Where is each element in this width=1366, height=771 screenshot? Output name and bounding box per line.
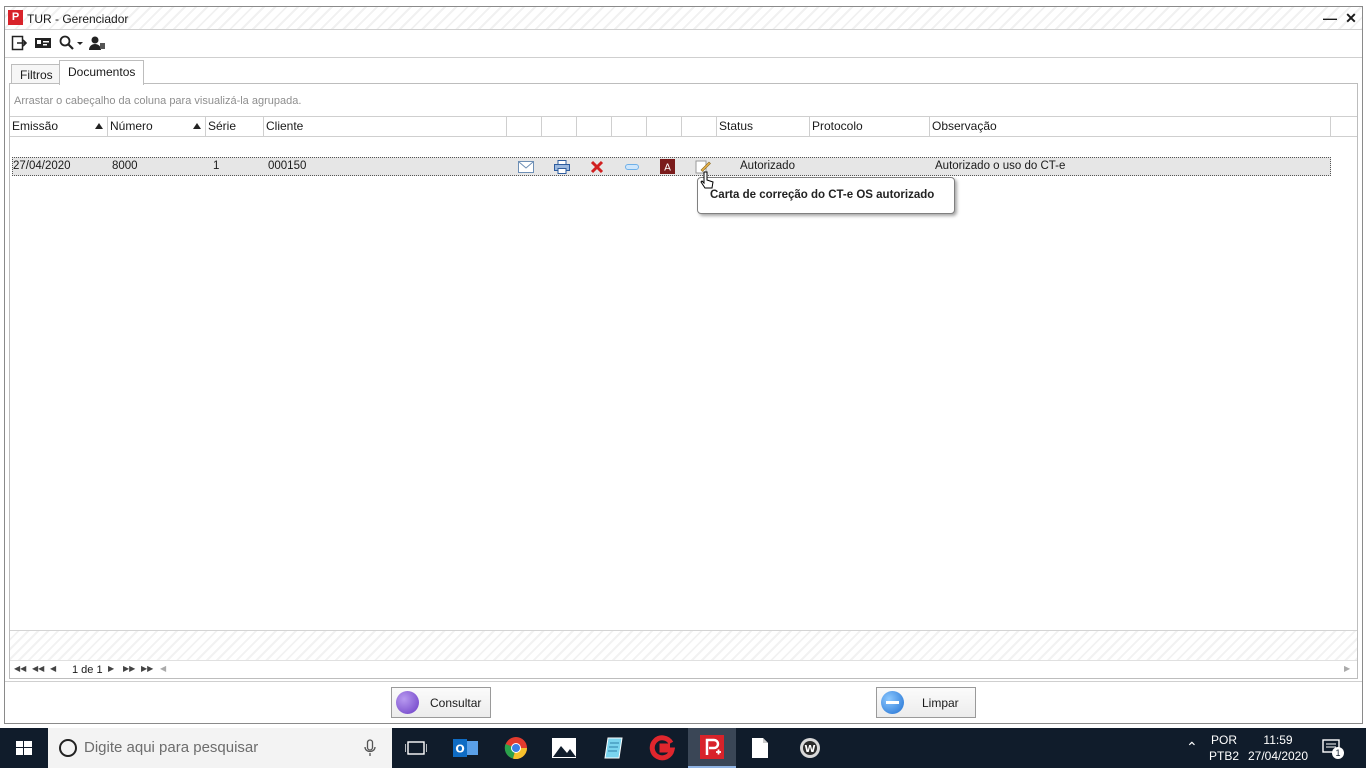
cortana-icon	[59, 739, 77, 757]
tab-documentos[interactable]: Documentos	[59, 60, 145, 85]
g-app-icon[interactable]	[638, 728, 686, 768]
cell-cliente: 000150	[268, 160, 307, 172]
search-dropdown-icon[interactable]	[58, 35, 86, 53]
tray-chevron-icon[interactable]: ⌃	[1186, 739, 1198, 756]
close-button[interactable]: ✕	[1342, 9, 1360, 27]
column-header-icon-1[interactable]	[507, 117, 542, 136]
grid-header: Emissão Número Série Cliente Status Prot…	[10, 116, 1357, 137]
microphone-icon[interactable]	[364, 739, 376, 757]
print-icon[interactable]	[554, 159, 570, 174]
documents-panel: Arrastar o cabeçalho da coluna para visu…	[9, 83, 1358, 679]
window-title: TUR - Gerenciador	[27, 12, 129, 26]
column-header-icon-2[interactable]	[542, 117, 577, 136]
group-by-hint: Arrastar o cabeçalho da coluna para visu…	[14, 95, 302, 107]
first-page-icon[interactable]: ◀◀	[14, 664, 26, 673]
notification-badge: 1	[1332, 747, 1344, 759]
column-label: Número	[110, 119, 153, 133]
toolbar	[5, 31, 1362, 58]
sort-asc-icon	[193, 123, 201, 129]
taskbar: Digite aqui para pesquisar O W ⌃ POR PTB…	[0, 728, 1366, 768]
column-header-icon-3[interactable]	[577, 117, 612, 136]
column-header-protocolo[interactable]: Protocolo	[810, 117, 930, 136]
svg-text:A: A	[664, 163, 671, 174]
column-header-emissao[interactable]: Emissão	[10, 117, 108, 136]
sort-asc-icon	[95, 123, 103, 129]
task-view-icon[interactable]	[392, 728, 440, 768]
cell-status: Autorizado	[740, 160, 795, 172]
link-icon[interactable]	[624, 159, 640, 174]
notes-icon[interactable]	[590, 728, 638, 768]
minimize-button[interactable]: —	[1321, 9, 1339, 27]
id-card-icon[interactable]	[34, 35, 54, 53]
scroll-left-icon[interactable]: ◀	[160, 664, 166, 673]
app-logo-icon: P	[8, 10, 23, 25]
minus-circle-icon	[881, 691, 904, 714]
column-header-status[interactable]: Status	[717, 117, 810, 136]
outlook-icon[interactable]: O	[442, 728, 490, 768]
cancel-x-icon[interactable]	[589, 159, 605, 174]
language-indicator[interactable]: POR	[1208, 733, 1240, 747]
taskbar-search-box[interactable]: Digite aqui para pesquisar	[48, 728, 392, 768]
clock-date[interactable]: 27/04/2020	[1244, 749, 1312, 763]
tooltip: Carta de correção do CT-e OS autorizado	[697, 177, 955, 214]
cell-observacao: Autorizado o uso do CT-e	[935, 160, 1066, 172]
group-footer-area	[10, 630, 1357, 660]
limpar-button[interactable]: Limpar	[876, 687, 976, 718]
cell-numero: 8000	[112, 160, 138, 172]
column-header-cliente[interactable]: Cliente	[264, 117, 507, 136]
consultar-label: Consultar	[430, 696, 482, 710]
footer-actions: Consultar Limpar	[5, 681, 1362, 724]
w-app-icon[interactable]: W	[786, 728, 834, 768]
pdf-icon[interactable]: A	[659, 159, 675, 174]
tur-app-icon[interactable]	[688, 728, 736, 768]
limpar-label: Limpar	[922, 696, 959, 710]
scroll-right-icon[interactable]: ▶	[1344, 664, 1350, 673]
column-header-numero[interactable]: Número	[108, 117, 206, 136]
exit-icon[interactable]	[11, 35, 31, 53]
table-row[interactable]: 27/04/2020 8000 1 000150 A Autorizado Au…	[12, 157, 1331, 176]
page-indicator: 1 de 1	[72, 664, 103, 676]
column-header-serie[interactable]: Série	[206, 117, 264, 136]
column-header-observacao[interactable]: Observação	[930, 117, 1331, 136]
next-page-icon[interactable]: ▶	[108, 664, 114, 673]
next-page-group-icon[interactable]: ▶▶	[123, 664, 135, 673]
tab-filtros[interactable]: Filtros	[11, 64, 62, 85]
title-bar: P TUR - Gerenciador — ✕	[5, 7, 1362, 30]
consultar-button[interactable]: Consultar	[391, 687, 491, 718]
column-label: Emissão	[12, 119, 59, 133]
prev-page-group-icon[interactable]: ◀◀	[32, 664, 44, 673]
svg-text:O: O	[455, 743, 464, 756]
email-icon[interactable]	[518, 159, 534, 174]
cell-serie: 1	[213, 160, 220, 172]
search-placeholder: Digite aqui para pesquisar	[84, 739, 259, 756]
prev-page-icon[interactable]: ◀	[50, 664, 56, 673]
notifications-icon[interactable]: 1	[1322, 739, 1344, 759]
windows-start-icon[interactable]	[0, 728, 48, 768]
chrome-icon[interactable]	[492, 728, 540, 768]
pager: ◀◀ ◀◀ ◀ 1 de 1 ▶ ▶▶ ▶▶ ◀ ▶	[10, 660, 1357, 678]
file-icon[interactable]	[736, 728, 784, 768]
clock-time[interactable]: 11:59	[1244, 733, 1312, 747]
keyboard-layout[interactable]: PTB2	[1208, 749, 1240, 763]
column-header-icon-4[interactable]	[612, 117, 647, 136]
column-header-icon-6[interactable]	[682, 117, 717, 136]
app-window: P TUR - Gerenciador — ✕ Filtros Document…	[4, 6, 1363, 724]
last-page-icon[interactable]: ▶▶	[141, 664, 153, 673]
user-icon[interactable]	[88, 35, 108, 53]
search-key-icon	[396, 691, 419, 714]
cell-emissao: 27/04/2020	[13, 160, 71, 172]
column-header-icon-5[interactable]	[647, 117, 682, 136]
svg-text:W: W	[804, 744, 815, 755]
mouse-cursor-icon	[700, 171, 714, 189]
photos-icon[interactable]	[540, 728, 588, 768]
